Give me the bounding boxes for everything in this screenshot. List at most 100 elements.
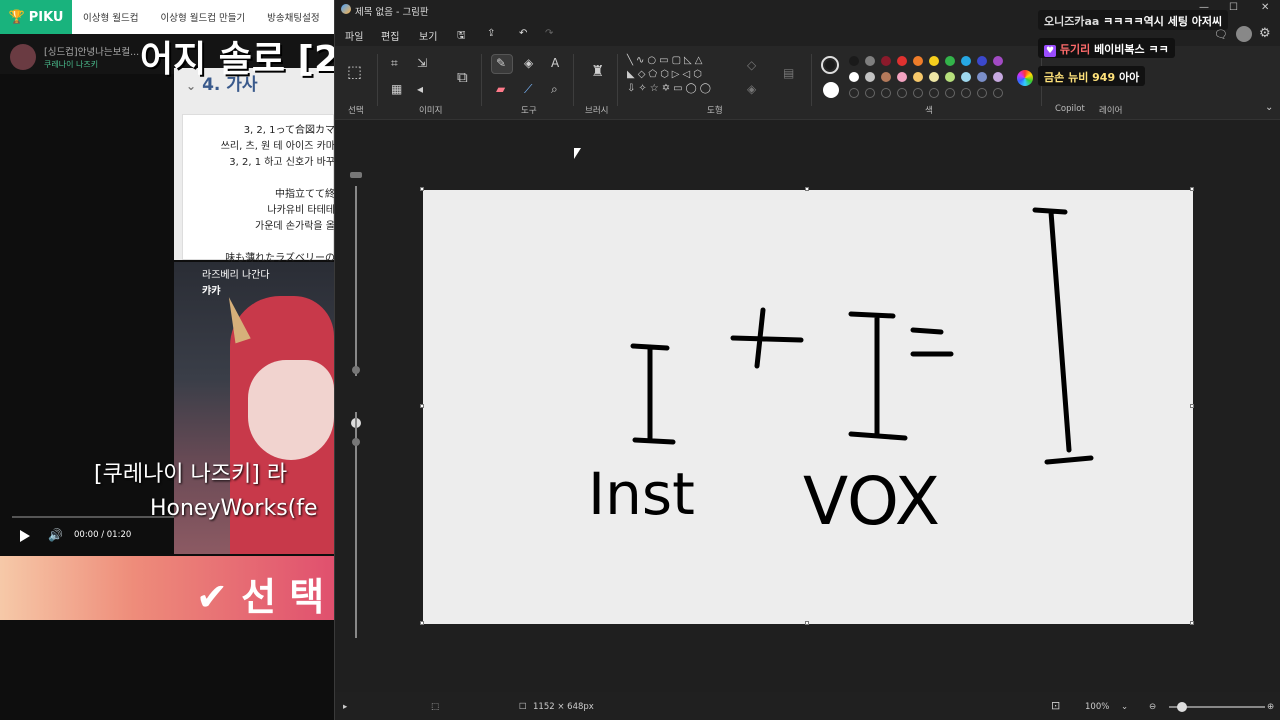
redo-icon[interactable]: ↷ bbox=[545, 28, 553, 39]
video-progress-bar[interactable] bbox=[12, 516, 174, 518]
resize-handle[interactable] bbox=[420, 404, 424, 408]
settings-gear-icon[interactable]: ⚙ bbox=[1259, 26, 1271, 41]
menu-file[interactable]: 파일 bbox=[345, 28, 363, 43]
color-swatch[interactable] bbox=[897, 72, 907, 82]
nav-tab-make-worldcup[interactable]: 이상형 월드컵 만들기 bbox=[149, 10, 256, 24]
fit-to-window-icon[interactable]: ⊡ bbox=[1051, 699, 1060, 712]
custom-color-slot[interactable] bbox=[977, 88, 987, 98]
color-swatch[interactable] bbox=[865, 72, 875, 82]
edit-colors-icon[interactable] bbox=[1017, 70, 1033, 86]
color-swatch[interactable] bbox=[961, 56, 971, 66]
custom-color-slot[interactable] bbox=[881, 88, 891, 98]
shape-line-icon[interactable]: ╲∿○▭▢◺△ bbox=[627, 55, 705, 66]
color-picker-icon[interactable]: ⟋ bbox=[524, 82, 532, 97]
piku-logo-button[interactable]: 🏆 PIKU bbox=[0, 0, 72, 34]
opacity-thumb[interactable] bbox=[352, 438, 360, 446]
color-swatch[interactable] bbox=[993, 72, 1003, 82]
color-swatch[interactable] bbox=[865, 56, 875, 66]
color-swatch[interactable] bbox=[849, 72, 859, 82]
shape-arrow-icon[interactable]: ⇩✧☆✡▭◯◯ bbox=[627, 83, 714, 94]
character-face bbox=[248, 360, 334, 460]
text-icon[interactable]: A bbox=[551, 56, 559, 70]
drawing-canvas[interactable]: Inst VOX bbox=[423, 190, 1193, 624]
resize-handle[interactable] bbox=[1190, 404, 1194, 408]
zoom-in-icon[interactable]: ⊕ bbox=[1267, 702, 1274, 712]
share-icon[interactable]: ⇪ bbox=[487, 28, 495, 39]
resize-handle[interactable] bbox=[420, 621, 424, 625]
resize-handle[interactable] bbox=[805, 621, 809, 625]
color-swatch[interactable] bbox=[897, 56, 907, 66]
eraser-icon[interactable]: ▰ bbox=[496, 82, 505, 96]
color-swatch[interactable] bbox=[881, 56, 891, 66]
color-swatch[interactable] bbox=[945, 72, 955, 82]
color-swatch[interactable] bbox=[993, 56, 1003, 66]
menu-view[interactable]: 보기 bbox=[419, 28, 437, 43]
color-swatch[interactable] bbox=[913, 56, 923, 66]
fill-bucket-icon[interactable]: ◈ bbox=[524, 56, 533, 70]
custom-color-slot[interactable] bbox=[897, 88, 907, 98]
chevron-down-icon[interactable]: ⌄ bbox=[1121, 702, 1128, 712]
brush-icon[interactable]: ♜ bbox=[591, 62, 604, 80]
comment-title[interactable]: [싱드컵]안녕나는보컬... bbox=[44, 44, 139, 58]
maximize-icon[interactable]: ☐ bbox=[1229, 2, 1238, 13]
chevron-down-icon[interactable]: ⌄ bbox=[1265, 102, 1273, 113]
layer-style-icon[interactable]: ▤ bbox=[783, 66, 794, 80]
custom-color-slot[interactable] bbox=[849, 88, 859, 98]
color-swatch[interactable] bbox=[849, 56, 859, 66]
custom-color-slot[interactable] bbox=[945, 88, 955, 98]
resize-handle[interactable] bbox=[1190, 187, 1194, 191]
color-swatch[interactable] bbox=[929, 72, 939, 82]
status-bar: ▸ ⬚ ☐ 1152 × 648px ⊡ 100% ⌄ ⊖ ⊕ bbox=[335, 692, 1280, 720]
zoom-out-icon[interactable]: ⊖ bbox=[1149, 702, 1156, 712]
zoom-thumb[interactable] bbox=[1177, 702, 1187, 712]
menu-edit[interactable]: 편집 bbox=[381, 28, 399, 43]
color-swatch[interactable] bbox=[929, 56, 939, 66]
group-label-copilot[interactable]: Copilot bbox=[1055, 104, 1085, 114]
select-icon[interactable]: ⬚ bbox=[347, 62, 362, 81]
close-icon[interactable]: ✕ bbox=[1261, 2, 1269, 13]
color-swatch[interactable] bbox=[977, 72, 987, 82]
custom-color-slot[interactable] bbox=[993, 88, 1003, 98]
outline-icon[interactable]: ◇ bbox=[747, 58, 756, 72]
notification-icon[interactable]: 🗨 bbox=[1214, 28, 1228, 41]
color-swatch[interactable] bbox=[913, 72, 923, 82]
custom-color-slot[interactable] bbox=[961, 88, 971, 98]
brush-size-track[interactable] bbox=[355, 186, 357, 376]
color-swatch[interactable] bbox=[881, 72, 891, 82]
account-icon[interactable] bbox=[1236, 26, 1252, 42]
brush-size-thumb[interactable] bbox=[352, 366, 360, 374]
image-generate-icon[interactable]: ⧉ bbox=[457, 68, 468, 86]
shape-triangle-icon[interactable]: ◣◇⬠⬡▷◁⬡ bbox=[627, 69, 705, 80]
play-icon[interactable] bbox=[20, 530, 30, 542]
brush-size-slider[interactable] bbox=[349, 170, 363, 650]
resize-handle[interactable] bbox=[1190, 621, 1194, 625]
group-label-layers[interactable]: 레이어 bbox=[1099, 104, 1122, 116]
shapes-gallery[interactable]: ╲∿○▭▢◺△ ◣◇⬠⬡▷◁⬡ ⇩✧☆✡▭◯◯ bbox=[627, 54, 735, 100]
crop-icon[interactable]: ⌗ bbox=[391, 56, 398, 71]
lyrics-line: 3, 2, 1 하고 신호가 바꾸 bbox=[229, 157, 334, 168]
magnifier-icon[interactable]: ⌕ bbox=[551, 82, 558, 97]
undo-icon[interactable]: ↶ bbox=[519, 28, 527, 39]
zoom-level[interactable]: 100% bbox=[1085, 702, 1109, 712]
nav-tab-worldcup[interactable]: 이상형 월드컵 bbox=[72, 10, 149, 24]
secondary-color-swatch[interactable] bbox=[823, 82, 839, 98]
color-fill-image-icon[interactable]: ▦ bbox=[391, 82, 402, 96]
nav-tab-chat-settings[interactable]: 방송채팅설정 bbox=[256, 10, 330, 24]
resize-handle[interactable] bbox=[805, 187, 809, 191]
custom-color-slot[interactable] bbox=[913, 88, 923, 98]
save-icon[interactable]: 🖫 bbox=[457, 28, 466, 45]
resize-icon[interactable]: ⇲ bbox=[417, 56, 427, 70]
shape-fill-icon[interactable]: ◈ bbox=[747, 82, 756, 96]
avatar[interactable] bbox=[10, 44, 36, 70]
volume-icon[interactable]: 🔊 bbox=[48, 528, 63, 542]
primary-color-swatch[interactable] bbox=[821, 56, 839, 74]
color-swatch[interactable] bbox=[945, 56, 955, 66]
custom-color-slot[interactable] bbox=[929, 88, 939, 98]
pencil-icon[interactable]: ✎ bbox=[496, 56, 506, 70]
custom-color-slot[interactable] bbox=[865, 88, 875, 98]
resize-handle[interactable] bbox=[420, 187, 424, 191]
chat-message: 금손 뉴비 949 아아 bbox=[1038, 66, 1146, 86]
color-swatch[interactable] bbox=[961, 72, 971, 82]
rotate-icon[interactable]: ◂ bbox=[417, 82, 423, 96]
color-swatch[interactable] bbox=[977, 56, 987, 66]
